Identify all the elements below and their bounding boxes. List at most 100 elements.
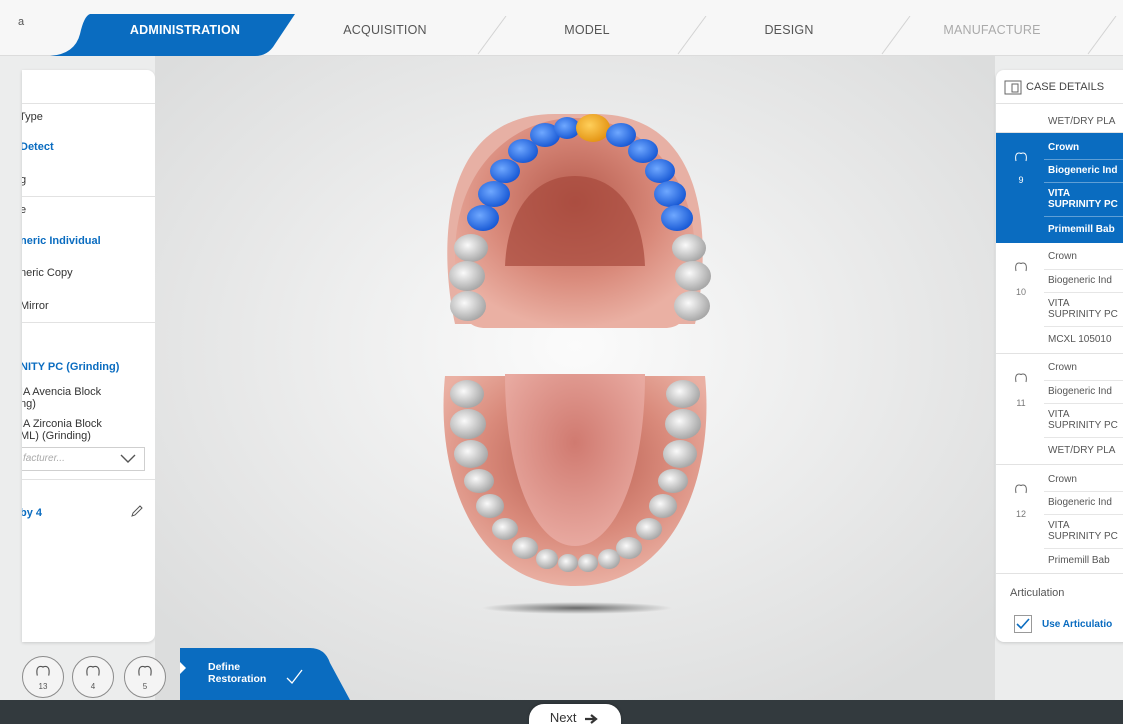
tooth-icon [1015,262,1027,272]
mode-biogeneric-copy[interactable]: neric Copy [22,267,73,279]
jaw-3d-viewport[interactable] [155,56,995,700]
case-tooth-11[interactable]: 11 Crown Biogeneric Ind VITA SUPRINITY P… [996,354,1123,464]
restoration-settings-panel: Type Detect g e neric Individual neric C… [22,70,155,642]
tooth-icon [1015,373,1027,383]
divider [22,196,155,197]
arrow-right-icon [585,713,598,724]
tooth-material-1: VITA [1048,520,1070,531]
tooth-material-1: VITA [1048,409,1070,420]
tooth-design: Biogeneric Ind [1048,497,1112,508]
material-zirconia[interactable]: IA Zirconia Block ML) (Grinding) [22,418,102,442]
step-model[interactable]: MODEL [520,14,654,56]
chevron-down-icon [120,454,136,463]
type-option-detect[interactable]: Detect [22,141,54,153]
machine-label: by 4 [22,507,43,519]
tooth-block: WET/DRY PLA [1048,445,1116,456]
tooth-icon [1015,152,1027,162]
tooth-block: Primemill Bab [1048,224,1115,235]
step-separator [477,16,507,55]
material-zirconia-label: IA Zirconia Block [22,418,102,430]
case-details-title: CASE DETAILS [1026,81,1105,93]
divider [996,573,1123,574]
step-manufacture: MANUFACTURE [943,23,1041,37]
step-design[interactable]: DESIGN [722,14,856,56]
workflow-bar: a ADMINISTRATION ACQUISITION MODEL DESIG… [0,0,1123,56]
manufacturer-dropdown[interactable]: facturer... [22,447,145,471]
case-tooth-10[interactable]: 10 Crown Biogeneric Ind VITA SUPRINITY P… [996,243,1123,353]
divider [1044,326,1123,327]
next-label: Next [549,710,577,724]
tooth-type: Crown [1048,474,1077,485]
divider [1044,159,1123,160]
jaw-model [155,56,995,700]
divider [22,322,155,323]
material-avencia-sub: ng) [22,398,36,410]
material-avencia[interactable]: IA Avencia Block ng) [22,386,101,410]
step-separator [1087,16,1117,55]
step-administration[interactable]: ADMINISTRATION [100,14,270,56]
manufacturer-placeholder: facturer... [23,453,65,464]
tooth-material-2: SUPRINITY PC [1048,420,1118,431]
case-top-row: WET/DRY PLA [1048,116,1116,127]
mode-mirror[interactable]: Mirror [22,300,49,312]
tooth-material-2: SUPRINITY PC [1048,199,1118,210]
divider [1044,292,1123,293]
tooth-selector-13[interactable]: 13 [22,656,64,698]
step-acquisition[interactable]: ACQUISITION [318,14,452,56]
tooth-type: Crown [1048,362,1077,373]
tooth-block: MCXL 105010 [1048,334,1112,345]
mode-biogeneric-individual[interactable]: neric Individual [22,235,101,247]
case-details-icon [1004,80,1022,95]
define-label-line-1: Define [208,661,241,673]
step-separator [881,16,911,55]
tooth-number: 13 [38,682,48,691]
divider [1044,269,1123,270]
step-separator [677,16,707,55]
divider [1044,491,1123,492]
use-articulation-label[interactable]: Use Articulatio [1042,619,1112,630]
tooth-number: 9 [1018,175,1024,185]
case-details-panel: CASE DETAILS WET/DRY PLA 9 Crown Biogene… [996,70,1123,642]
tooth-material-1: VITA [1048,188,1071,199]
tooth-number: 4 [90,682,96,691]
articulation-heading: Articulation [1010,587,1065,599]
tooth-type: Crown [1048,251,1077,262]
tooth-icon [138,665,152,676]
left-tab-label[interactable]: a [18,16,24,28]
tooth-material-2: SUPRINITY PC [1048,531,1118,542]
tooth-number: 10 [1015,287,1026,297]
tooth-icon [36,665,50,676]
tooth-selector-5[interactable]: 5 [124,656,166,698]
divider [22,479,155,480]
type-option-2[interactable]: g [22,174,26,186]
pencil-icon[interactable] [130,504,144,518]
tooth-material-2: SUPRINITY PC [1048,309,1118,320]
divider [1044,548,1123,549]
use-articulation-checkbox[interactable] [1014,615,1032,633]
design-mode-heading: e [22,204,27,216]
divider [1044,437,1123,438]
divider [1044,216,1123,217]
tooth-material-1: VITA [1048,298,1070,309]
case-tooth-12[interactable]: 12 Crown Biogeneric Ind VITA SUPRINITY P… [996,465,1123,575]
divider [1044,380,1123,381]
tooth-number: 11 [1016,398,1026,408]
divider [1044,182,1123,183]
divider [22,103,155,104]
restoration-type-heading: Type [22,111,43,123]
tooth-design: Biogeneric Ind [1048,165,1118,176]
define-restoration-label: Define Restoration [208,661,266,685]
material-zirconia-sub: ML) (Grinding) [22,430,91,442]
tooth-selector-4[interactable]: 4 [72,656,114,698]
tooth-block: Primemill Bab [1048,555,1110,566]
tooth-number: 5 [142,682,148,691]
tooth-icon [1015,484,1027,494]
define-label-line-2: Restoration [208,673,267,685]
next-button[interactable]: Next [529,704,621,724]
checkmark-icon [1016,618,1030,630]
material-suprinity[interactable]: NITY PC (Grinding) [22,361,119,373]
case-tooth-9[interactable]: 9 Crown Biogeneric Ind VITA SUPRINITY PC… [996,133,1123,243]
tooth-design: Biogeneric Ind [1048,275,1112,286]
case-details-header[interactable]: CASE DETAILS [996,70,1123,104]
divider [1044,403,1123,404]
